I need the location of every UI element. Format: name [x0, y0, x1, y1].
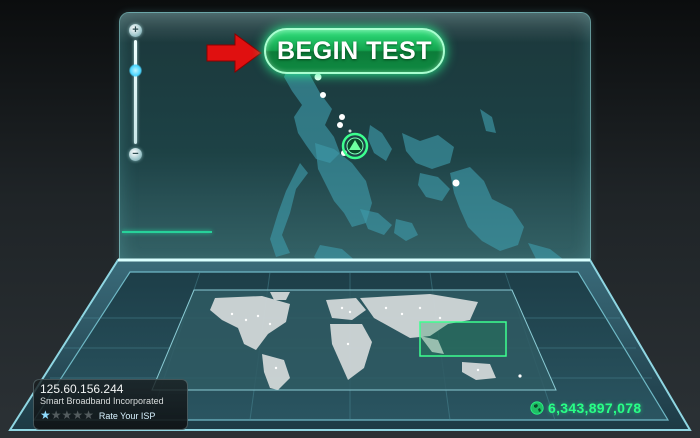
- status-indicator-line: [122, 231, 212, 233]
- isp-name: Smart Broadband Incorporated: [40, 396, 164, 406]
- zoom-out-button[interactable]: −: [129, 148, 142, 161]
- rate-isp-link[interactable]: Rate Your ISP: [99, 411, 156, 421]
- isp-rating-stars[interactable]: ★ ★ ★ ★ ★: [40, 409, 94, 422]
- connection-info-box: 125.60.156.244 Smart Broadband Incorpora…: [33, 379, 188, 430]
- zoom-slider[interactable]: + −: [128, 24, 144, 161]
- red-arrow-icon: [206, 33, 262, 73]
- globe-icon: [530, 401, 544, 415]
- tests-counter: 6,343,897,078: [530, 398, 641, 418]
- zoom-in-button[interactable]: +: [129, 24, 142, 37]
- zoom-handle[interactable]: [129, 64, 142, 77]
- star-icon[interactable]: ★: [83, 409, 94, 422]
- tests-count: 6,343,897,078: [548, 400, 642, 416]
- zoom-track[interactable]: [134, 40, 137, 144]
- star-icon[interactable]: ★: [40, 409, 51, 422]
- begin-test-button[interactable]: BEGIN TEST: [264, 28, 445, 74]
- isp-rating-row: ★ ★ ★ ★ ★ Rate Your ISP: [40, 408, 181, 423]
- ip-address: 125.60.156.244: [40, 382, 124, 396]
- speedtest-stage: + − BEGIN TEST 125.60.156.244 Smart Broa…: [0, 0, 700, 438]
- selected-server-marker: [341, 132, 369, 160]
- star-icon[interactable]: ★: [62, 409, 73, 422]
- star-icon[interactable]: ★: [51, 409, 62, 422]
- star-icon[interactable]: ★: [72, 409, 83, 422]
